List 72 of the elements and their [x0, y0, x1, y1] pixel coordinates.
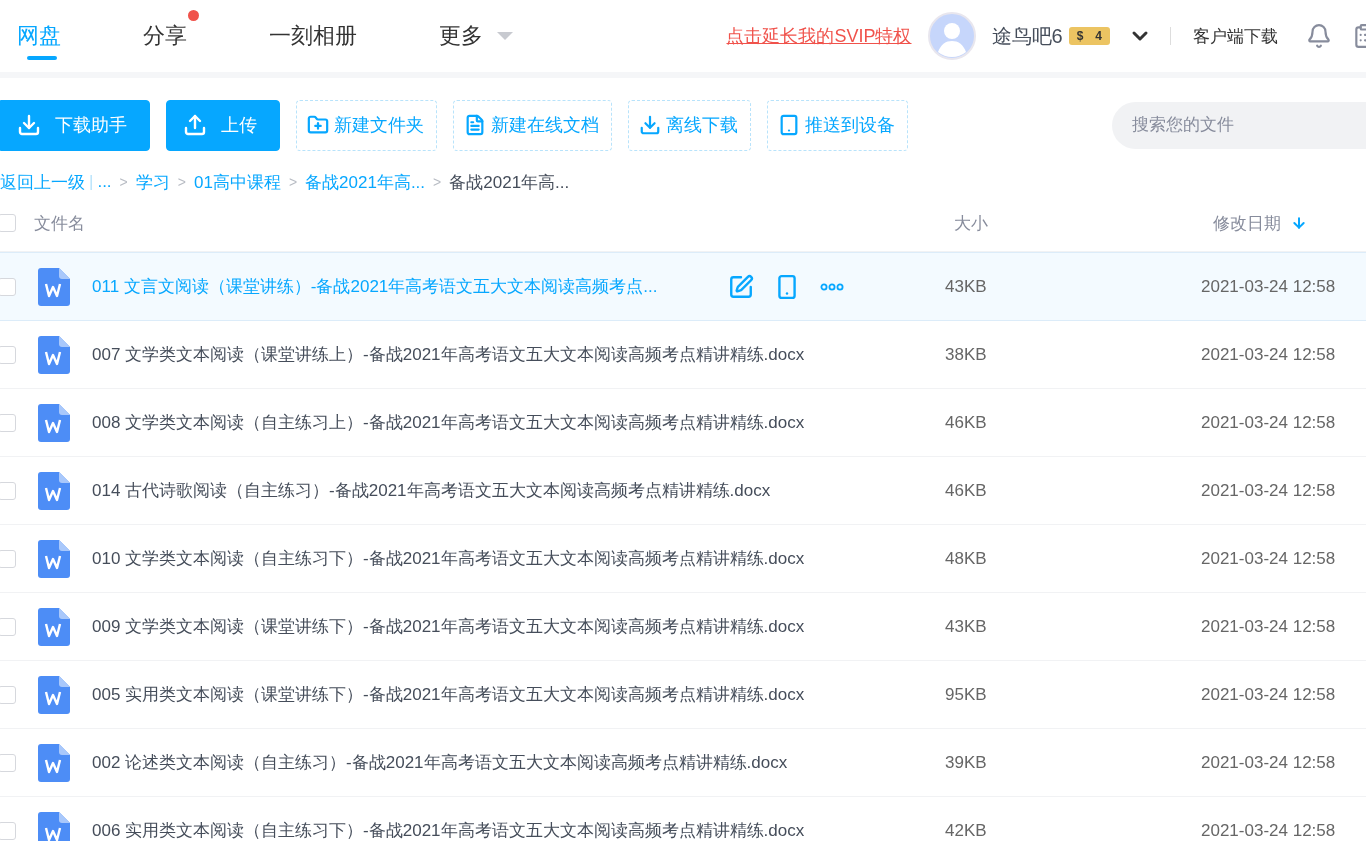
username: 途鸟吧6 — [991, 23, 1063, 49]
modified-date: 2021-03-24 12:58 — [1201, 480, 1336, 501]
download-icon — [17, 113, 41, 137]
file-name[interactable]: 002 论述类文本阅读（自主练习）-备战2021年高考语文五大文本阅读高频考点精讲精练.docx — [92, 751, 788, 774]
active-tab-indicator — [27, 56, 57, 60]
modified-date: 2021-03-24 12:58 — [1201, 684, 1336, 705]
breadcrumb-separator: > — [433, 174, 442, 190]
more-icon[interactable] — [820, 282, 844, 291]
word-file-icon — [38, 539, 70, 578]
modified-date: 2021-03-24 12:58 — [1201, 412, 1336, 433]
notification-icon — [1306, 23, 1332, 49]
word-file-icon — [38, 267, 70, 306]
row-checkbox[interactable] — [0, 685, 16, 704]
nav-tab[interactable]: 更多 — [439, 0, 513, 72]
select-all-checkbox[interactable] — [0, 214, 16, 232]
word-file-icon — [38, 471, 70, 510]
word-file-icon — [38, 811, 70, 841]
word-file-icon — [38, 403, 70, 442]
file-row[interactable]: 011 文言文阅读（课堂讲练）-备战2021年高考语文五大文本阅读高频考点... 43KB 2021-03-24 12:58 — [0, 252, 1366, 321]
file-name[interactable]: 014 古代诗歌阅读（自主练习）-备战2021年高考语文五大文本阅读高频考点精讲精练.docx — [92, 479, 771, 502]
client-download-link[interactable]: 客户端下载 — [1193, 24, 1278, 48]
file-size: 46KB — [945, 480, 988, 501]
edit-icon — [728, 273, 754, 300]
row-checkbox[interactable] — [0, 277, 16, 296]
word-file-icon — [38, 607, 70, 646]
file-size: 43KB — [945, 276, 988, 297]
file-size: 43KB — [945, 616, 988, 637]
file-size: 42KB — [945, 820, 988, 841]
word-file-icon — [38, 675, 70, 714]
row-checkbox[interactable] — [0, 345, 16, 364]
modified-date: 2021-03-24 12:58 — [1201, 820, 1336, 841]
svip-link[interactable]: 点击延长我的SVIP特权 — [726, 24, 912, 48]
upload-icon — [183, 113, 207, 137]
breadcrumb-item[interactable]: 备战2021年高... — [449, 170, 570, 194]
row-checkbox[interactable] — [0, 821, 16, 840]
breadcrumb-separator: > — [177, 174, 186, 190]
file-name[interactable]: 006 实用类文本阅读（自主练习下）-备战2021年高考语文五大文本阅读高频考点精讲精练.docx — [92, 819, 805, 841]
word-file-icon — [38, 743, 70, 782]
nav-tab[interactable]: 一刻相册 — [269, 0, 357, 72]
file-name[interactable]: 008 文学类文本阅读（自主练习上）-备战2021年高考语文五大文本阅读高频考点精讲精练.docx — [92, 411, 805, 434]
breadcrumb-separator: > — [119, 174, 128, 190]
file-name[interactable]: 005 实用类文本阅读（课堂讲练下）-备战2021年高考语文五大文本阅读高频考点精讲精练.docx — [92, 683, 805, 706]
folder-plus-icon — [307, 114, 329, 136]
file-name[interactable]: 009 文学类文本阅读（课堂讲练下）-备战2021年高考语文五大文本阅读高频考点精讲精练.docx — [92, 615, 805, 638]
file-name[interactable]: 010 文学类文本阅读（自主练习下）-备战2021年高考语文五大文本阅读高频考点精讲精练.docx — [92, 547, 805, 570]
download-icon — [639, 114, 661, 136]
row-checkbox[interactable] — [0, 413, 16, 432]
word-file-icon — [38, 335, 70, 374]
breadcrumb-divider: | — [89, 172, 94, 192]
search-field[interactable]: 搜索您的文件 — [1112, 101, 1366, 149]
nav-tab[interactable]: 分享 — [143, 0, 187, 72]
tablet-icon — [778, 114, 800, 136]
file-size: 95KB — [945, 684, 988, 705]
row-checkbox[interactable] — [0, 481, 16, 500]
file-name[interactable]: 007 文学类文本阅读（课堂讲练上）-备战2021年高考语文五大文本阅读高频考点精讲精练.docx — [92, 343, 805, 366]
coin-badge: $ 4 — [1068, 27, 1110, 45]
file-size: 48KB — [945, 548, 988, 569]
document-icon — [464, 114, 486, 136]
modified-date: 2021-03-24 12:58 — [1201, 276, 1336, 297]
modified-date: 2021-03-24 12:58 — [1201, 344, 1336, 365]
file-size: 46KB — [945, 412, 988, 433]
modified-date: 2021-03-24 12:58 — [1201, 548, 1336, 569]
breadcrumb-separator: > — [288, 174, 298, 190]
modified-date: 2021-03-24 12:58 — [1201, 616, 1336, 637]
column-header[interactable]: 文件名 — [34, 211, 85, 235]
file-size: 38KB — [945, 344, 988, 365]
modified-date: 2021-03-24 12:58 — [1201, 752, 1336, 773]
row-checkbox[interactable] — [0, 549, 16, 568]
row-checkbox[interactable] — [0, 617, 16, 636]
row-checkbox[interactable] — [0, 753, 16, 772]
file-size: 39KB — [945, 752, 988, 773]
avatar-icon[interactable] — [927, 12, 976, 60]
